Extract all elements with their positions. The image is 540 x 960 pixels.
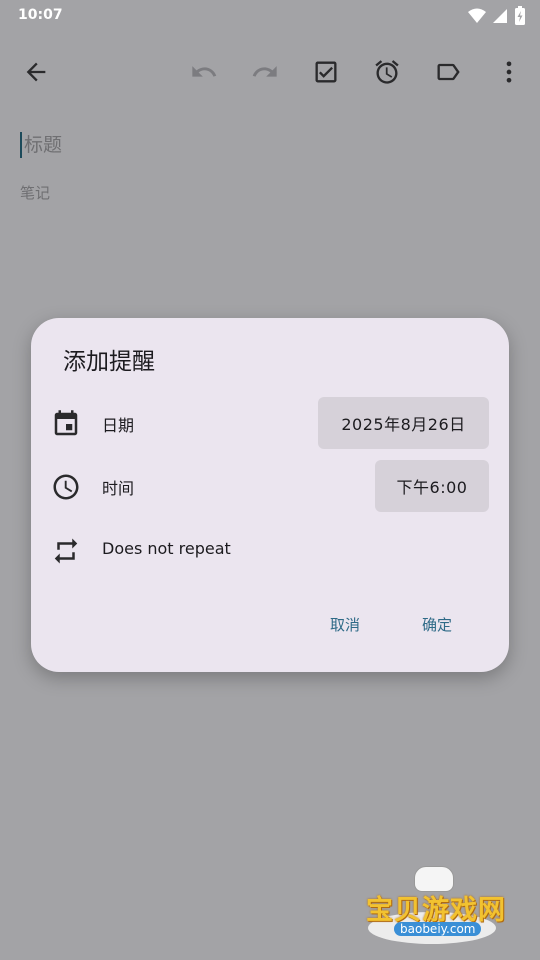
cancel-button[interactable]: 取消 [330, 614, 360, 635]
status-bar: 10:07 [0, 0, 540, 32]
dialog-title: 添加提醒 [63, 349, 155, 375]
add-reminder-dialog: 添加提醒 日期 2025年8月26日 时间 下午6:00 Does not re… [31, 318, 509, 672]
redo-button[interactable] [241, 44, 289, 100]
time-label: 时间 [102, 479, 135, 498]
repeat-icon [54, 538, 78, 564]
arrow-back-icon [26, 62, 46, 82]
watermark-logo: 宝贝游戏网 baobeiy.com [360, 862, 510, 954]
label-tag-icon [437, 63, 460, 81]
cellular-signal-icon [493, 9, 507, 23]
status-time: 10:07 [18, 7, 63, 23]
label-button[interactable] [424, 44, 472, 100]
more-options-button[interactable] [485, 44, 533, 100]
note-body-field[interactable]: 笔记 [20, 182, 50, 203]
repeat-label[interactable]: Does not repeat [102, 539, 231, 558]
alarm-clock-icon [375, 60, 399, 84]
calendar-icon [54, 410, 78, 436]
confirm-button[interactable]: 确定 [422, 614, 452, 635]
time-row: 时间 下午6:00 [31, 460, 509, 512]
date-row: 日期 2025年8月26日 [31, 397, 509, 449]
top-toolbar [0, 44, 540, 100]
date-label: 日期 [102, 416, 135, 435]
time-picker-button[interactable]: 下午6:00 [375, 460, 489, 512]
back-button[interactable] [12, 44, 60, 100]
undo-button[interactable] [180, 44, 228, 100]
checklist-button[interactable] [302, 44, 350, 100]
reminder-button[interactable] [363, 44, 411, 100]
clock-icon [53, 474, 79, 500]
checkbox-icon [315, 61, 337, 83]
date-picker-button[interactable]: 2025年8月26日 [318, 397, 489, 449]
repeat-row[interactable]: Does not repeat [31, 524, 509, 576]
undo-icon [192, 66, 217, 77]
battery-icon [515, 6, 525, 25]
status-icons [468, 6, 526, 26]
wifi-icon [468, 8, 486, 23]
note-title-field[interactable]: 标题 [20, 132, 62, 158]
more-vert-icon [506, 61, 512, 83]
watermark-url: baobeiy.com [394, 922, 482, 936]
redo-icon [252, 66, 277, 77]
